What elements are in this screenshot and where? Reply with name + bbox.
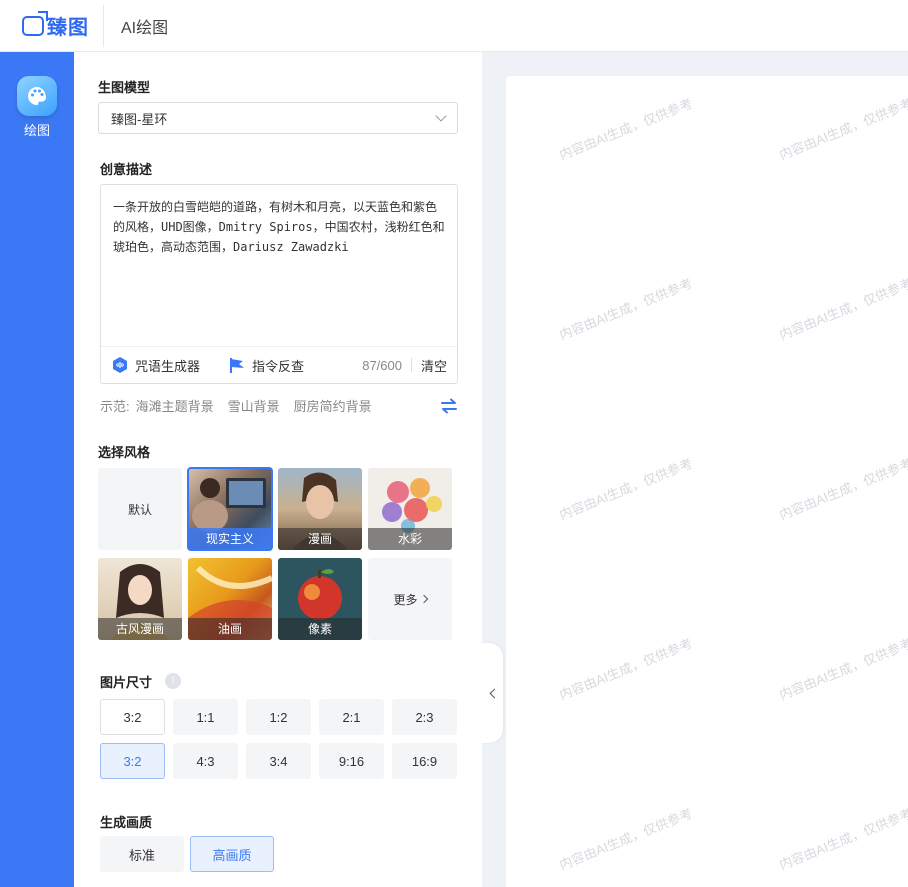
size-option[interactable]: 3:4 [246,743,311,779]
reverse-lookup-label: 指令反查 [252,358,305,374]
char-counter: 87/600 [362,357,402,373]
preview-canvas: 内容由AI生成，仅供参考 内容由AI生成，仅供参考 内容由AI生成，仅供参考 内… [506,76,908,887]
left-nav-rail: 绘图 [0,52,74,887]
example-item[interactable]: 雪山背景 [228,396,280,415]
palette-icon [17,76,57,116]
style-option-realism[interactable]: 现实主义 [187,467,273,551]
style-label: 更多 [393,592,418,607]
style-section-title: 选择风格 [98,445,151,460]
watermark: 内容由AI生成，仅供参考 [777,635,908,703]
prompt-textarea[interactable]: 一条开放的白雪皑皑的道路，有树木和月亮，以天蓝色和紫色的风格，UHD图像，Dmi… [101,185,457,345]
size-option[interactable]: 2:3 [392,699,457,735]
size-option[interactable]: 16:9 [392,743,457,779]
watermark: 内容由AI生成，仅供参考 [557,95,695,163]
nav-item-label: 绘图 [23,123,50,138]
clear-button[interactable]: 清空 [421,356,447,375]
logo-mark-icon [22,10,48,36]
quality-option-standard[interactable]: 标准 [100,836,184,872]
size-section-title: 图片尺寸 [100,675,153,690]
example-item[interactable]: 海滩主题背景 [136,396,214,415]
style-label: 漫画 [278,528,362,550]
more-styles-button: 更多 [368,558,452,640]
example-prompts: 示范: 海滩主题背景 雪山背景 厨房简约背景 [100,396,458,415]
page-title: AI绘图 [121,19,169,37]
collapse-panel-button[interactable] [482,643,503,743]
chevron-left-icon [489,688,499,698]
style-label: 水彩 [368,528,452,550]
watermark: 内容由AI生成，仅供参考 [777,455,908,523]
examples-prefix: 示范: [100,399,130,414]
spell-generator-button[interactable]: 咒语生成器 [111,356,200,375]
size-option[interactable]: 2:1 [319,699,384,735]
watermark: 内容由AI生成，仅供参考 [557,805,695,873]
reverse-lookup-button[interactable]: 指令反查 [228,356,304,375]
spell-generator-label: 咒语生成器 [135,358,201,374]
example-item[interactable]: 厨房简约背景 [294,396,372,415]
style-label: 像素 [278,618,362,640]
watermark: 内容由AI生成，仅供参考 [777,805,908,873]
watermark: 内容由AI生成，仅供参考 [557,455,695,523]
watermark: 内容由AI生成，仅供参考 [557,635,695,703]
style-option-more[interactable]: 更多 [368,558,452,640]
chevron-right-icon [419,594,428,604]
model-section-title: 生图模型 [98,80,151,95]
prompt-toolbar: 咒语生成器 指令反查 87/600 清空 [101,346,457,383]
style-option-pixel[interactable]: 像素 [278,558,362,640]
model-select[interactable]: 臻图-星环 [98,102,458,134]
size-option[interactable]: 1:1 [173,699,238,735]
top-header: 臻图 AI绘图 [0,0,908,52]
prompt-section-title: 创意描述 [100,162,153,177]
style-option-default[interactable]: 默认 [98,468,182,550]
prompt-textarea-container[interactable]: 一条开放的白雪皑皑的道路，有树木和月亮，以天蓝色和紫色的风格，UHD图像，Dmi… [100,184,458,384]
nav-item-drawing[interactable]: 绘图 [16,76,58,139]
style-option-watercolor[interactable]: 水彩 [368,468,452,550]
help-icon[interactable]: ! [165,673,181,689]
header-divider [103,4,104,47]
size-option[interactable]: 9:16 [319,743,384,779]
logo-text: 臻图 [47,17,89,39]
refresh-swap-icon[interactable] [440,398,458,414]
style-label: 默认 [127,502,152,517]
toolbar-divider [410,358,412,372]
flag-icon [228,356,246,374]
size-option[interactable]: 3:2 [100,699,165,735]
watermark: 内容由AI生成，仅供参考 [777,95,908,163]
watermark: 内容由AI生成，仅供参考 [777,275,908,343]
size-option[interactable]: 4:3 [173,743,238,779]
style-option-ancient-comic[interactable]: 古风漫画 [98,558,182,640]
size-option[interactable]: 1:2 [246,699,311,735]
chevron-down-icon [435,110,447,122]
style-label: 现实主义 [188,528,272,550]
size-option-selected[interactable]: 3:2 [100,743,165,779]
style-option-oil-painting[interactable]: 油画 [188,558,272,640]
model-select-value: 臻图-星环 [111,111,168,127]
app-logo[interactable]: 臻图 [22,10,89,40]
hexagon-wave-icon [111,356,129,374]
style-label: 油画 [188,618,272,640]
style-option-comic[interactable]: 漫画 [278,468,362,550]
settings-panel: 生图模型 臻图-星环 创意描述 一条开放的白雪皑皑的道路，有树木和月亮，以天蓝色… [74,52,482,887]
quality-option-high[interactable]: 高画质 [190,836,274,872]
quality-section-title: 生成画质 [100,815,153,830]
watermark: 内容由AI生成，仅供参考 [557,275,695,343]
style-label: 古风漫画 [98,618,182,640]
